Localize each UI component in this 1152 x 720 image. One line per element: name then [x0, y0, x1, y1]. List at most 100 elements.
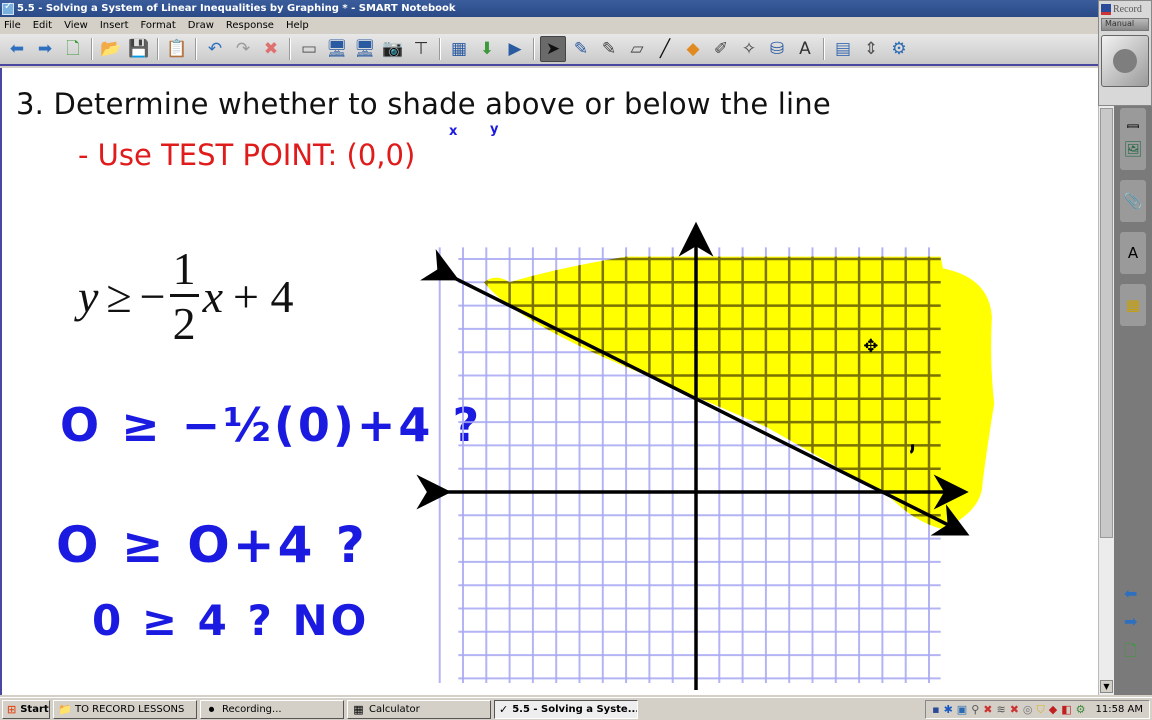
- open-folder-icon[interactable]: 📂: [98, 36, 124, 62]
- window-title: 5.5 - Solving a System of Linear Inequal…: [17, 3, 456, 14]
- fraction-numerator: 1: [169, 246, 199, 297]
- menu-draw[interactable]: Draw: [188, 20, 214, 31]
- add-page-icon[interactable]: 🗋: [1124, 640, 1137, 667]
- scrollbar-thumb[interactable]: [1100, 108, 1113, 538]
- toolbar-separator: [157, 38, 159, 60]
- add-page-icon[interactable]: 🗋: [60, 36, 86, 62]
- back-icon[interactable]: ⬅: [4, 36, 30, 62]
- table-icon[interactable]: ▦: [446, 36, 472, 62]
- network-disconnected-icon[interactable]: ✖: [983, 703, 992, 717]
- insert-response-icon[interactable]: ⬇: [474, 36, 500, 62]
- notebook-page[interactable]: 3. Determine whether to shade above or b…: [0, 68, 1098, 695]
- handwritten-step-3: 0 ≥ 4 ? NO: [92, 596, 370, 645]
- menu-help[interactable]: Help: [286, 20, 309, 31]
- folder-icon: 📁: [58, 702, 72, 716]
- menu-response[interactable]: Response: [226, 20, 274, 31]
- main-toolbar: ⬅ ➡ 🗋 📂 💾 📋 ↶ ↷ ✖ ▭ 🖥 🖥 📷 ⊤ ▦ ⬇ ▶ ➤ ✎ ✎ ▱ ╱ ◆ ✐ ✧ ⛁ A ▤ ⇕ ⚙: [0, 34, 1098, 66]
- paste-icon[interactable]: 📋: [164, 36, 190, 62]
- menu-insert[interactable]: Insert: [100, 20, 129, 31]
- toolbar-separator: [195, 38, 197, 60]
- menu-file[interactable]: File: [4, 20, 21, 31]
- connection-icon[interactable]: ⚙: [1076, 703, 1086, 717]
- slide-show-icon[interactable]: ▶: [502, 36, 528, 62]
- taskbar-button[interactable]: 📁 TO RECORD LESSONS: [53, 699, 197, 719]
- previous-page-icon[interactable]: ⬅: [1124, 584, 1137, 603]
- eraser-icon[interactable]: ▱: [624, 36, 650, 62]
- properties-icon[interactable]: ▤: [830, 36, 856, 62]
- menu-format[interactable]: Format: [141, 20, 176, 31]
- y-annotation: y: [490, 122, 499, 137]
- creative-pen-icon[interactable]: ✎: [596, 36, 622, 62]
- speaker-icon[interactable]: ◎: [1023, 703, 1033, 717]
- bluetooth-icon[interactable]: ✱: [944, 703, 953, 717]
- customize-toolbar-icon[interactable]: ⚙: [886, 36, 912, 62]
- shapes-icon[interactable]: ◆: [680, 36, 706, 62]
- handwritten-step-1: O ≥ −½(0)+4 ?: [60, 398, 483, 452]
- taskbar-button-label: TO RECORD LESSONS: [75, 703, 185, 715]
- start-button[interactable]: ⊞ Start: [2, 699, 50, 719]
- inequality-equation: y ≥ − 1 2 x + 4: [78, 246, 294, 347]
- document-camera-icon[interactable]: ⊤: [408, 36, 434, 62]
- windows-logo-icon: ⊞: [7, 702, 17, 716]
- taskbar-button[interactable]: ▦ Calculator: [347, 699, 491, 719]
- redo-icon[interactable]: ↷: [230, 36, 256, 62]
- equation-sign: −: [139, 271, 166, 322]
- toolbar-separator: [91, 38, 93, 60]
- taskbar-button[interactable]: ⏺ Recording...: [200, 699, 344, 719]
- security-shield-icon[interactable]: ⛉: [1037, 703, 1045, 717]
- fill-icon[interactable]: ⛁: [764, 36, 790, 62]
- test-point-value: (0,0): [346, 138, 416, 172]
- gallery-tab-icon[interactable]: 🖼: [1120, 128, 1146, 170]
- forward-icon[interactable]: ➡: [32, 36, 58, 62]
- shape-recognition-pen-icon[interactable]: ✐: [708, 36, 734, 62]
- display-icon[interactable]: ▣: [957, 703, 967, 717]
- next-page-icon[interactable]: ➡: [1124, 612, 1137, 631]
- recorder-mode-dropdown[interactable]: Manual: [1101, 18, 1149, 31]
- addons-tab-icon[interactable]: ▦: [1120, 284, 1146, 326]
- undo-icon[interactable]: ↶: [202, 36, 228, 62]
- satellite-icon[interactable]: ⚲: [971, 703, 979, 717]
- move-toolbar-icon[interactable]: ⇕: [858, 36, 884, 62]
- menu-view[interactable]: View: [64, 20, 88, 31]
- page-heading: 3. Determine whether to shade above or b…: [16, 87, 831, 121]
- smart-board-icon[interactable]: ◧: [1061, 703, 1071, 717]
- line-icon[interactable]: ╱: [652, 36, 678, 62]
- taskbar-button-label: Calculator: [369, 703, 420, 715]
- recorder-tray-icon[interactable]: ▪: [932, 703, 939, 717]
- vertical-scrollbar[interactable]: ▼: [1098, 68, 1114, 695]
- adobe-icon[interactable]: ◆: [1049, 703, 1057, 717]
- full-screen-icon[interactable]: 🖥: [324, 36, 350, 62]
- magic-pen-icon[interactable]: ✧: [736, 36, 762, 62]
- delete-icon[interactable]: ✖: [258, 36, 284, 62]
- scroll-down-button[interactable]: ▼: [1100, 680, 1113, 693]
- record-dot-icon: [1113, 49, 1137, 73]
- attachments-tab-icon[interactable]: 📎: [1120, 180, 1146, 222]
- dual-page-icon[interactable]: 🖥: [352, 36, 378, 62]
- recorder-icon: ⏺: [208, 702, 215, 716]
- recorder-widget: Record Manual: [1098, 0, 1152, 106]
- properties-tab-icon[interactable]: A: [1120, 232, 1146, 274]
- menu-edit[interactable]: Edit: [33, 20, 52, 31]
- recorder-title-bar: Record: [1099, 1, 1151, 15]
- taskbar-button-label: 5.5 - Solving a Syste...: [512, 703, 638, 715]
- taskbar-button-label: Recording...: [222, 703, 282, 715]
- pen-mark: [909, 444, 915, 454]
- taskbar-buttons: 📁 TO RECORD LESSONS ⏺ Recording... ▦ Calculat…: [53, 699, 641, 719]
- screen: 5.5 - Solving a System of Linear Inequal…: [0, 0, 1152, 720]
- taskbar-button[interactable]: ✓ 5.5 - Solving a Syste...: [494, 699, 638, 719]
- system-tray: ▪ ✱ ▣ ⚲ ✖ ≋ ✖ ◎ ⛉ ◆ ◧ ⚙ 11:58 AM: [925, 700, 1150, 719]
- show-hide-screen-shade-icon[interactable]: ▭: [296, 36, 322, 62]
- screen-capture-icon[interactable]: 📷: [380, 36, 406, 62]
- network-disconnected-icon[interactable]: ✖: [1010, 703, 1019, 717]
- tray-icons: ▪ ✱ ▣ ⚲ ✖ ≋ ✖ ◎ ⛉ ◆ ◧ ⚙: [932, 703, 1089, 717]
- toolbar-separator: [289, 38, 291, 60]
- pen-icon[interactable]: ✎: [568, 36, 594, 62]
- wireless-icon[interactable]: ≋: [996, 703, 1005, 717]
- record-button[interactable]: [1101, 35, 1149, 87]
- save-icon[interactable]: 💾: [126, 36, 152, 62]
- select-icon[interactable]: ➤: [540, 36, 566, 62]
- calculator-icon: ▦: [353, 702, 364, 716]
- menu-bar: File Edit View Insert Format Draw Respon…: [0, 17, 1098, 34]
- text-icon[interactable]: A: [792, 36, 818, 62]
- boundary-line: [420, 249, 970, 536]
